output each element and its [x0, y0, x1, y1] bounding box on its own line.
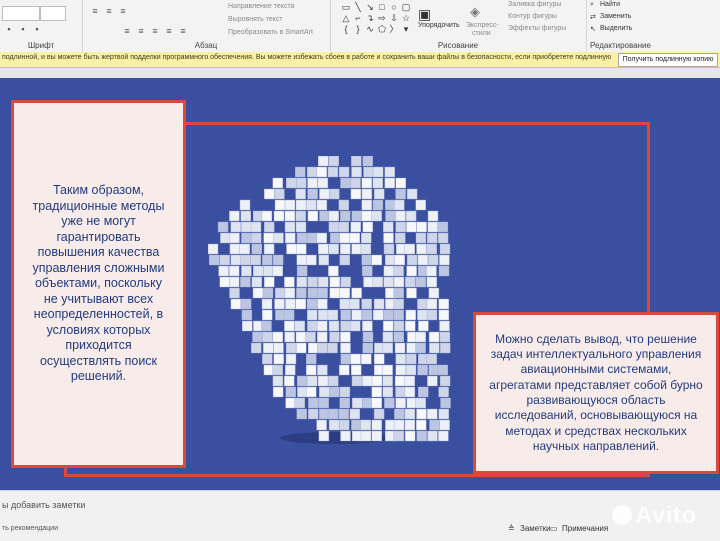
arrange-button[interactable]: Упорядочить [418, 22, 460, 29]
notes-placeholder[interactable]: ы добавить заметки [2, 500, 85, 510]
shape-chevron-icon[interactable]: 〉 [388, 24, 400, 35]
slide-canvas[interactable]: Таким образом, традиционные методы уже н… [0, 78, 720, 490]
shapes-gallery[interactable]: ▭ ╲ ↘ □ ○ ▢ △ ⌐ ↴ ⇨ ⇩ ☆ { } ∿ ⬠ 〉 ▾ [340, 2, 412, 36]
smartart-button[interactable]: Преобразовать в SmartArt [228, 29, 313, 36]
paragraph-group: ≡ ≡ ≡ ≡ ≡ ≡ ≡ ≡ Направление текста Выров… [82, 0, 331, 52]
shape-more-icon[interactable]: ▾ [400, 24, 412, 35]
font-name-field[interactable] [2, 6, 40, 21]
ribbon: ▪ ▪ ▪ Шрифт ≡ ≡ ≡ ≡ ≡ ≡ ≡ ≡ Направление … [0, 0, 720, 53]
align-right-icon[interactable]: ≡ [150, 26, 160, 36]
underline-icon[interactable]: ▪ [32, 24, 42, 34]
drawing-group-label: Рисование [437, 41, 479, 50]
indent-icon[interactable]: ≡ [118, 6, 128, 16]
drawing-group: ▭ ╲ ↘ □ ○ ▢ △ ⌐ ↴ ⇨ ⇩ ☆ { } ∿ ⬠ 〉 ▾ ▣ Уп… [330, 0, 587, 52]
align-center-icon[interactable]: ≡ [136, 26, 146, 36]
shape-oval-icon[interactable]: ○ [388, 2, 400, 13]
avito-logo-icon [612, 504, 632, 525]
shape-rect-icon[interactable]: □ [376, 2, 388, 13]
italic-icon[interactable]: ▪ [18, 24, 28, 34]
shape-arrow-icon[interactable]: ↘ [364, 2, 376, 13]
license-warning-bar: подлинной, и вы можете быть жертвой подд… [0, 52, 720, 68]
avito-watermark-text: Avito [635, 502, 697, 529]
shape-rounded-rect-icon[interactable]: ▢ [400, 2, 412, 13]
shape-brace-icon[interactable]: { [340, 24, 352, 35]
notes-icon[interactable]: ≙ [508, 524, 515, 533]
justify-icon[interactable]: ≡ [164, 26, 174, 36]
columns-icon[interactable]: ≡ [178, 26, 188, 36]
align-text-button[interactable]: Выровнять текст [228, 16, 283, 23]
bullets-icon[interactable]: ≡ [90, 6, 100, 16]
comments-icon[interactable]: ▭ [550, 524, 558, 533]
right-text: Можно сделать вывод, что решение задач и… [489, 331, 703, 453]
shape-star-icon[interactable]: ☆ [400, 13, 412, 24]
select-button[interactable]: Выделить [600, 25, 632, 32]
shape-elbow-icon[interactable]: ⌐ [352, 13, 364, 24]
shape-line-icon[interactable]: ╲ [352, 2, 364, 13]
shape-pentagon-icon[interactable]: ⬠ [376, 24, 388, 35]
right-text-box[interactable]: Можно сделать вывод, что решение задач и… [473, 312, 719, 474]
bold-icon[interactable]: ▪ [4, 24, 14, 34]
editing-group: ⌕ Найти ⇄ Заменить ↖ Выделить Редактиров… [586, 0, 720, 52]
quick-styles-icon[interactable]: ◈ [470, 4, 480, 20]
shape-outline-button[interactable]: Контур фигуры [508, 13, 557, 20]
shape-connector-icon[interactable]: ↴ [364, 13, 376, 24]
shape-effects-button[interactable]: Эффекты фигуры [508, 25, 566, 32]
left-text-box[interactable]: Таким образом, традиционные методы уже н… [11, 100, 186, 468]
find-button[interactable]: Найти [600, 1, 620, 8]
get-genuine-button[interactable]: Получить подлинную копию [618, 53, 718, 67]
select-icon[interactable]: ↖ [590, 25, 596, 33]
shape-triangle-icon[interactable]: △ [340, 13, 352, 24]
left-text: Таким образом, традиционные методы уже н… [32, 183, 165, 384]
font-group-label: Шрифт [27, 41, 55, 50]
shape-down-arrow-icon[interactable]: ⇩ [388, 13, 400, 24]
font-group: ▪ ▪ ▪ Шрифт [0, 0, 83, 52]
quick-styles-button-line1[interactable]: Экспресс- [466, 22, 499, 29]
replace-icon[interactable]: ⇄ [590, 13, 596, 21]
shape-right-arrow-icon[interactable]: ⇨ [376, 13, 388, 24]
shape-curve-icon[interactable]: ∿ [364, 24, 376, 35]
search-icon[interactable]: ⌕ [590, 1, 594, 9]
replace-button[interactable]: Заменить [600, 13, 631, 20]
text-direction-button[interactable]: Направление текста [228, 3, 294, 10]
numbering-icon[interactable]: ≡ [104, 6, 114, 16]
notes-button[interactable]: Заметки [520, 524, 551, 533]
align-left-icon[interactable]: ≡ [122, 26, 132, 36]
comments-button[interactable]: Примечания [562, 524, 608, 533]
paragraph-group-label: Абзац [194, 41, 218, 50]
license-warning-message: подлинной, и вы можете быть жертвой подд… [2, 54, 612, 61]
editing-group-label: Редактирование [590, 41, 651, 50]
shape-brace-close-icon[interactable]: } [352, 24, 364, 35]
avito-watermark: Avito [612, 502, 697, 530]
recommendations-text: ть рекомендации [2, 525, 58, 532]
font-size-field[interactable] [40, 6, 66, 21]
quick-styles-button-line2[interactable]: стили [472, 30, 491, 37]
shape-fill-button[interactable]: Заливка фигуры [508, 1, 561, 8]
arrange-icon[interactable]: ▣ [418, 6, 431, 23]
shape-textbox-icon[interactable]: ▭ [340, 2, 352, 13]
pixel-face-image [208, 156, 451, 444]
